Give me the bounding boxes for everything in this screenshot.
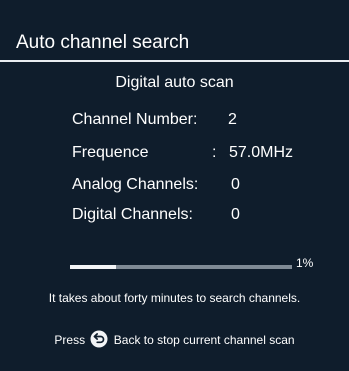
analog-channels-value: 0 [231, 176, 240, 193]
hint-suffix: Back to stop current channel scan [113, 333, 295, 347]
back-icon [90, 330, 108, 348]
channel-number-label: Channel Number: [72, 111, 198, 128]
panel-header: Auto channel search [0, 0, 349, 62]
frequence-value: 57.0MHz [229, 144, 294, 161]
header-divider [0, 60, 349, 62]
scan-info-text: It takes about forty minutes to search c… [48, 291, 301, 305]
frequence-separator: : [212, 144, 217, 161]
scan-subtitle: Digital auto scan [115, 74, 234, 91]
digital-channels-label: Digital Channels: [72, 206, 193, 223]
hint-prefix: Press [54, 333, 86, 347]
frequence-label: Frequence [72, 144, 149, 161]
analog-channels-label: Analog Channels: [72, 176, 199, 193]
scan-progress-fill [70, 265, 116, 269]
scan-progress-percent: 1% [296, 256, 314, 270]
scan-progress-bar [70, 265, 292, 269]
digital-channels-value: 0 [231, 206, 240, 223]
channel-number-value: 2 [228, 111, 237, 128]
auto-channel-search-panel: Auto channel search Digital auto scan Ch… [0, 0, 349, 371]
panel-title: Auto channel search [16, 32, 190, 53]
stop-scan-hint: Press Back to stop current channel scan [0, 330, 349, 348]
